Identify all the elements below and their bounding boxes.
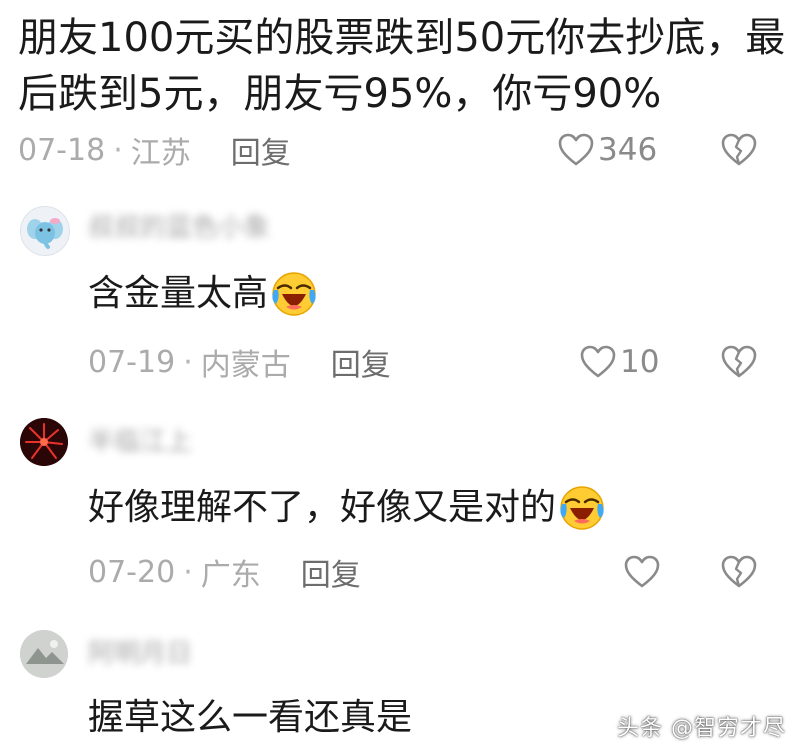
- comment-location: 广东: [200, 558, 261, 593]
- like-button[interactable]: [624, 550, 664, 594]
- watermark: 头条 @智穷才尽: [617, 716, 786, 741]
- meta-separator: ·: [113, 132, 123, 168]
- reply-button[interactable]: 回复: [331, 340, 391, 384]
- laughing-crying-emoji-icon: [272, 272, 316, 316]
- avatar[interactable]: [20, 206, 70, 256]
- broken-heart-icon[interactable]: [721, 555, 757, 589]
- username[interactable]: 半临江上: [88, 427, 192, 457]
- reply-meta: 07-20 · 广东 回复: [88, 550, 361, 594]
- like-count: 10: [620, 344, 660, 380]
- fireworks-avatar-icon: [20, 418, 68, 466]
- meta-separator: ·: [183, 344, 193, 380]
- like-button[interactable]: 10: [580, 340, 659, 384]
- comment-location: 内蒙古: [200, 348, 291, 383]
- broken-heart-icon[interactable]: [721, 345, 757, 379]
- comment-date: 07-18: [18, 132, 106, 168]
- username[interactable]: 阿明月日: [88, 639, 192, 669]
- reply-text-content: 好像理解不了，好像又是对的: [88, 487, 557, 528]
- like-button[interactable]: 346: [558, 128, 657, 172]
- username[interactable]: 叔叔的蓝色小象: [88, 213, 270, 243]
- landscape-avatar-icon: [20, 630, 68, 678]
- avatar[interactable]: [20, 418, 68, 466]
- like-count: 346: [598, 132, 658, 168]
- comment-date: 07-20: [88, 554, 176, 590]
- heart-outline-icon: [624, 555, 660, 588]
- comment-location: 江苏: [130, 136, 191, 171]
- laughing-crying-emoji-icon: [560, 486, 604, 530]
- reply-text: 含金量太高: [88, 270, 318, 318]
- heart-outline-icon: [580, 345, 616, 378]
- broken-heart-icon[interactable]: [721, 133, 757, 167]
- heart-outline-icon: [558, 133, 594, 166]
- reply-meta: 07-19 · 内蒙古 回复: [88, 340, 391, 384]
- main-comment-text: 朋友100元买的股票跌到50元你去抄底，最后跌到5元，朋友亏95%，你亏90%: [18, 15, 786, 117]
- meta-separator: ·: [183, 554, 193, 590]
- main-comment-meta: 07-18 · 江苏 回复: [18, 128, 291, 172]
- reply-button[interactable]: 回复: [301, 550, 361, 594]
- reply-text: 握草这么一看还真是: [88, 694, 412, 742]
- avatar[interactable]: [20, 630, 68, 678]
- reply-text-content: 握草这么一看还真是: [88, 697, 413, 738]
- reply-text: 好像理解不了，好像又是对的: [88, 484, 606, 532]
- blue-elephant-avatar-icon: [21, 207, 69, 255]
- comment-date: 07-19: [88, 344, 176, 380]
- reply-button[interactable]: 回复: [231, 128, 291, 172]
- reply-text-content: 含金量太高: [88, 273, 269, 314]
